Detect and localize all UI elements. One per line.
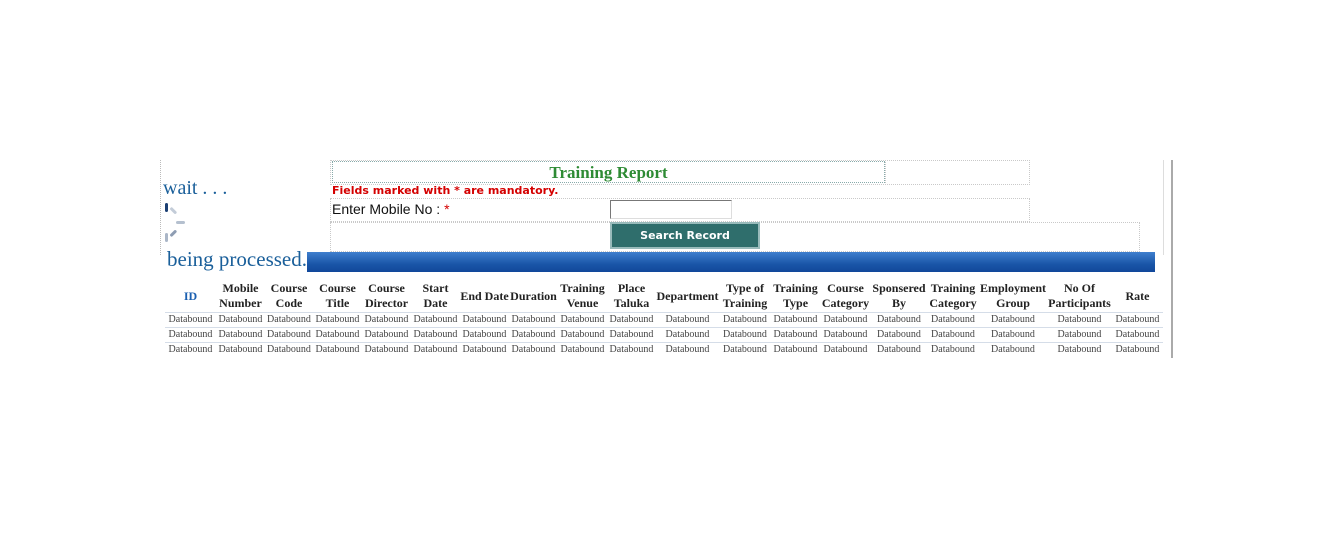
table-cell: Databound [1112, 342, 1163, 357]
table-cell: Databound [165, 342, 216, 357]
table-cell: Databound [558, 312, 607, 328]
table-row: Databound Databound Databound Databound Data… [165, 312, 1163, 328]
table-cell: Databound [411, 327, 460, 343]
table-cell: Databound [313, 342, 362, 357]
mobile-label-text: Enter Mobile No : [332, 201, 441, 217]
column-header[interactable]: Training Category [927, 280, 979, 313]
table-cell: Databound [265, 327, 313, 343]
table-cell: Databound [216, 342, 265, 357]
table-cell: Databound [871, 342, 927, 357]
column-header[interactable]: Course Title [313, 280, 362, 313]
table-cell: Databound [719, 342, 771, 357]
column-header[interactable]: End Date [460, 280, 509, 313]
search-record-button[interactable]: Search Record [610, 222, 760, 249]
mandatory-note: Fields marked with * are mandatory. [332, 184, 559, 197]
column-header[interactable]: Mobile Number [216, 280, 265, 313]
column-header[interactable]: Type of Training [719, 280, 771, 313]
table-cell: Databound [656, 312, 719, 328]
table-cell: Databound [460, 312, 509, 328]
table-cell: Databound [1112, 327, 1163, 343]
column-header[interactable]: Place Taluka [607, 280, 656, 313]
column-header[interactable]: Training Venue [558, 280, 607, 313]
column-header[interactable]: No Of Participants [1047, 280, 1112, 313]
table-cell: Databound [1047, 342, 1112, 357]
column-header[interactable]: Employment Group [979, 280, 1047, 313]
column-header[interactable]: Start Date [411, 280, 460, 313]
column-header[interactable]: ID [165, 280, 216, 313]
table-cell: Databound [927, 327, 979, 343]
table-cell: Databound [927, 342, 979, 357]
table-cell: Databound [509, 327, 558, 343]
table-cell: Databound [871, 327, 927, 343]
table-cell: Databound [411, 342, 460, 357]
table-cell: Databound [979, 342, 1047, 357]
table-cell: Databound [313, 327, 362, 343]
column-header[interactable]: Course Category [820, 280, 871, 313]
table-cell: Databound [558, 327, 607, 343]
table-cell: Databound [558, 342, 607, 357]
please-wait-text: wait . . . [163, 177, 228, 199]
column-header[interactable]: Sponsered By [871, 280, 927, 313]
processing-text: being processed. [150, 247, 307, 272]
column-header[interactable]: Department [656, 280, 719, 313]
table-cell: Databound [411, 312, 460, 328]
table-cell: Databound [362, 327, 411, 343]
table-cell: Databound [509, 342, 558, 357]
table-cell: Databound [927, 312, 979, 328]
required-star: * [444, 201, 450, 217]
column-header[interactable]: Duration [509, 280, 558, 313]
column-header[interactable]: Rate [1112, 280, 1163, 313]
table-cell: Databound [771, 327, 820, 343]
table-cell: Databound [460, 327, 509, 343]
table-cell: Databound [1047, 312, 1112, 328]
table-cell: Databound [313, 312, 362, 328]
table-cell: Databound [656, 327, 719, 343]
table-cell: Databound [820, 342, 871, 357]
table-row: Databound Databound Databound Databound Data… [165, 342, 1163, 357]
processing-label: being processed. [167, 247, 307, 271]
training-report-table: ID Mobile Number Course Code Course Title Co… [165, 280, 1163, 357]
table-cell: Databound [820, 312, 871, 328]
column-header[interactable]: Course Code [265, 280, 313, 313]
table-cell: Databound [216, 312, 265, 328]
table-cell: Databound [871, 312, 927, 328]
table-body: Databound Databound Databound Databound Data… [165, 312, 1163, 357]
table-cell: Databound [820, 327, 871, 343]
table-cell: Databound [607, 327, 656, 343]
report-title-box: Training Report [332, 161, 885, 183]
loading-spinner-icon [162, 203, 192, 243]
table-cell: Databound [771, 342, 820, 357]
right-divider-inner [1163, 160, 1164, 255]
table-cell: Databound [771, 312, 820, 328]
table-cell: Databound [979, 312, 1047, 328]
form-frame-cell [885, 160, 1030, 185]
table-row: Databound Databound Databound Databound Data… [165, 327, 1163, 343]
column-header[interactable]: Course Director [362, 280, 411, 313]
table-cell: Databound [656, 342, 719, 357]
table-cell: Databound [509, 312, 558, 328]
mobile-number-input[interactable] [610, 200, 732, 219]
table-cell: Databound [216, 327, 265, 343]
table-cell: Databound [719, 327, 771, 343]
table-cell: Databound [460, 342, 509, 357]
table-cell: Databound [362, 342, 411, 357]
table-cell: Databound [165, 312, 216, 328]
table-cell: Databound [607, 312, 656, 328]
right-divider [1171, 160, 1173, 358]
progress-bar [307, 252, 1155, 272]
table-cell: Databound [1047, 327, 1112, 343]
table-header-row: ID Mobile Number Course Code Course Title Co… [165, 280, 1163, 313]
table-cell: Databound [265, 312, 313, 328]
table-cell: Databound [1112, 312, 1163, 328]
table-cell: Databound [607, 342, 656, 357]
table-cell: Databound [979, 327, 1047, 343]
table-cell: Databound [165, 327, 216, 343]
table-cell: Databound [362, 312, 411, 328]
table-cell: Databound [265, 342, 313, 357]
table-cell: Databound [719, 312, 771, 328]
mobile-label: Enter Mobile No : * [332, 201, 450, 217]
column-header[interactable]: Training Type [771, 280, 820, 313]
page-title: Training Report [549, 163, 668, 182]
